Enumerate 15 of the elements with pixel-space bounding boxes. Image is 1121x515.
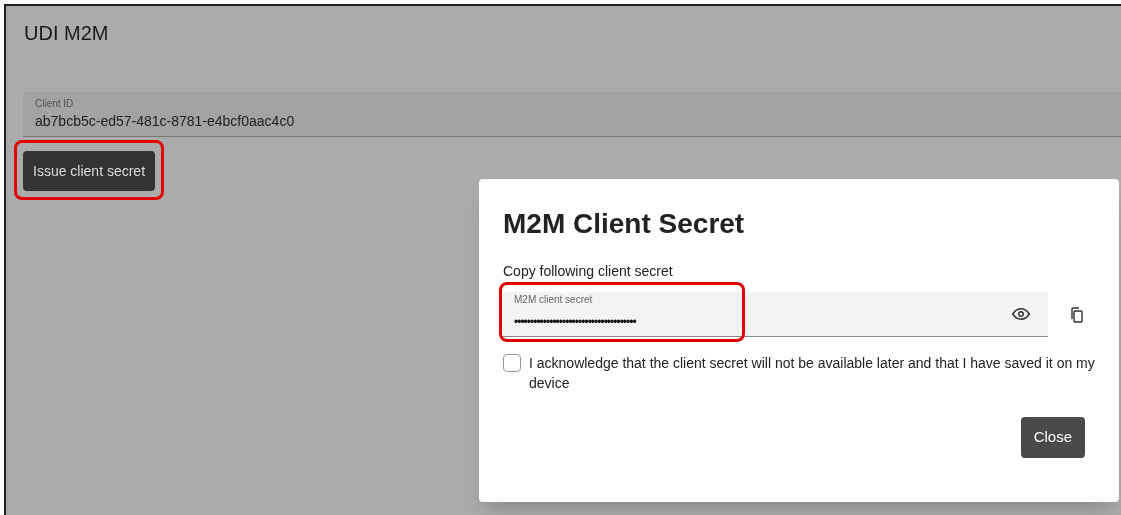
instruction-text: Copy following client secret	[503, 262, 673, 281]
issue-client-secret-button[interactable]: Issue client secret	[23, 151, 156, 191]
eye-icon[interactable]	[1012, 307, 1030, 321]
client-id-value: ab7bcb5c-ed57-481c-8781-e4bcf0aac4c0	[35, 112, 295, 131]
client-id-field[interactable]: Client ID ab7bcb5c-ed57-481c-8781-e4bcf0aac4c0	[23, 92, 1121, 137]
secret-field-label: M2M client secret	[514, 293, 593, 307]
secret-value: ••••••••••••••••••••••••••••••••••••••	[514, 314, 636, 331]
close-button[interactable]: Close	[1020, 417, 1085, 458]
acknowledge-checkbox[interactable]	[503, 354, 521, 372]
secret-field[interactable]	[503, 292, 1048, 337]
dialog-title: M2M Client Secret	[503, 207, 745, 241]
client-id-label: Client ID	[35, 97, 74, 111]
page-title: UDI M2M	[24, 21, 109, 46]
acknowledge-label: I acknowledge that the client secret will not be available later and that I have saved it on my device	[529, 354, 1095, 393]
copy-icon[interactable]	[1070, 306, 1084, 323]
